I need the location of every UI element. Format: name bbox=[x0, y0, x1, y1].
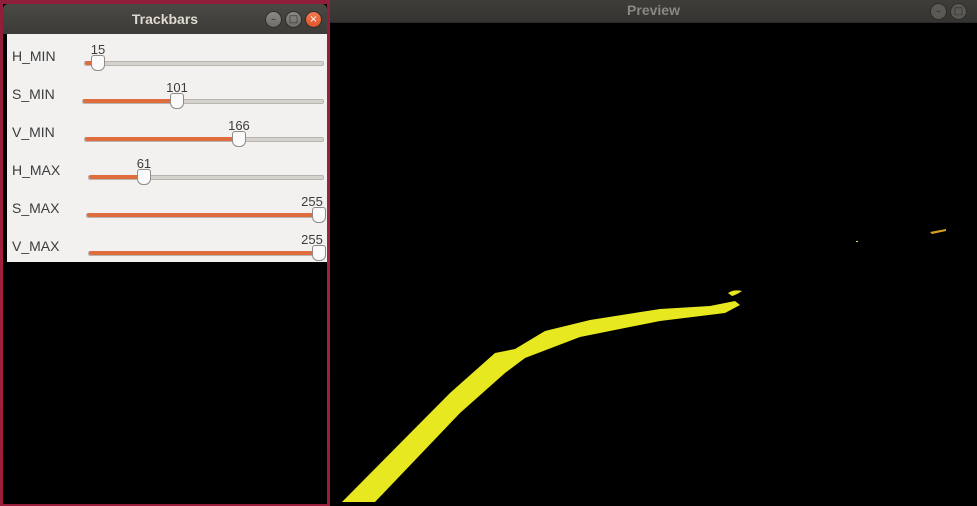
trackbar-row-h-max: H_MAX 61 bbox=[7, 156, 327, 194]
trackbar-fill bbox=[87, 213, 323, 217]
trackbar-row-s-min: S_MIN 101 bbox=[7, 80, 327, 118]
trackbar-handle[interactable] bbox=[312, 207, 326, 223]
trackbar-fill bbox=[89, 251, 323, 255]
trackbar-label: S_MAX bbox=[12, 200, 60, 216]
minimize-icon[interactable]: – bbox=[930, 3, 947, 20]
preview-window: Preview – □ bbox=[330, 0, 977, 506]
trackbar-handle[interactable] bbox=[170, 93, 185, 109]
trackbar-row-h-min: H_MIN 15 bbox=[7, 42, 327, 80]
preview-titlebar[interactable]: Preview – □ bbox=[330, 0, 977, 23]
trackbar-row-s-max: S_MAX 255 bbox=[7, 194, 327, 232]
trackbar-track[interactable] bbox=[82, 99, 324, 104]
trackbar-label: V_MAX bbox=[12, 238, 60, 254]
trackbar-row-v-min: V_MIN 166 bbox=[7, 118, 327, 156]
lane-speck bbox=[856, 241, 858, 242]
preview-image bbox=[330, 23, 977, 506]
trackbar-handle[interactable] bbox=[312, 245, 326, 261]
trackbar-handle[interactable] bbox=[231, 131, 246, 147]
maximize-icon[interactable]: □ bbox=[950, 3, 967, 20]
trackbar-label: H_MIN bbox=[12, 48, 56, 64]
trackbar-handle[interactable] bbox=[91, 55, 106, 71]
trackbars-window: Trackbars – □ × H_MIN 15 S_MIN 101 V_MIN 166 H… bbox=[3, 4, 327, 504]
trackbar-label: H_MAX bbox=[12, 162, 61, 178]
close-icon[interactable]: × bbox=[305, 11, 322, 28]
trackbar-track[interactable] bbox=[84, 137, 324, 142]
trackbar-label: S_MIN bbox=[12, 86, 55, 102]
trackbar-fill bbox=[85, 137, 240, 141]
maximize-icon[interactable]: □ bbox=[285, 11, 302, 28]
trackbar-fill bbox=[83, 99, 179, 103]
trackbar-track[interactable] bbox=[84, 61, 324, 66]
trackbar-track[interactable] bbox=[88, 175, 324, 180]
minimize-icon[interactable]: – bbox=[265, 11, 282, 28]
trackbar-handle[interactable] bbox=[136, 169, 151, 185]
preview-title: Preview bbox=[627, 2, 680, 18]
trackbars-panel: H_MIN 15 S_MIN 101 V_MIN 166 H_MAX 61 S_MAX 255 V_… bbox=[7, 34, 327, 262]
trackbar-label: V_MIN bbox=[12, 124, 55, 140]
trackbar-track[interactable] bbox=[86, 213, 324, 218]
trackbar-row-v-max: V_MAX 255 bbox=[7, 232, 327, 270]
trackbar-track[interactable] bbox=[88, 251, 324, 256]
trackbars-titlebar[interactable]: Trackbars – □ × bbox=[3, 4, 327, 34]
